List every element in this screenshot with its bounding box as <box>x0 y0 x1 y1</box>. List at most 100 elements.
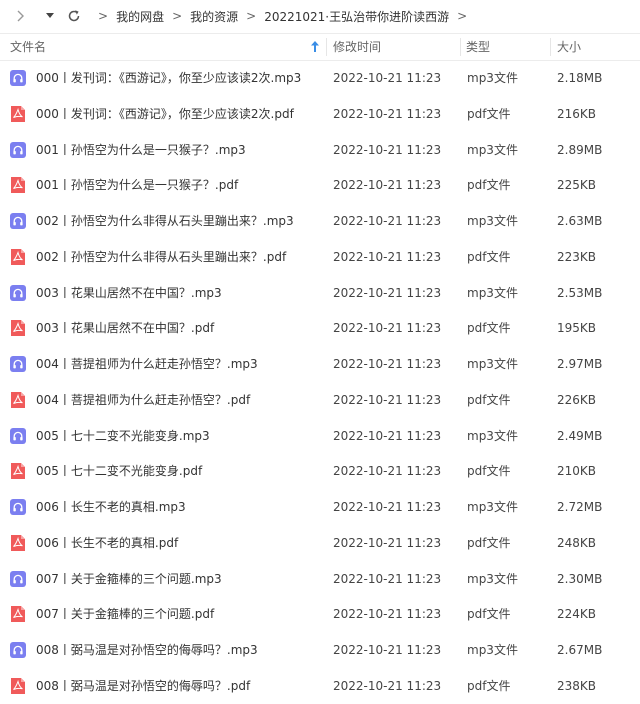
file-name: 004丨菩提祖师为什么赶走孙悟空？.mp3 <box>36 357 258 371</box>
file-name: 005丨七十二变不光能变身.mp3 <box>36 428 210 443</box>
column-divider[interactable] <box>460 38 461 56</box>
file-row[interactable]: 007丨关于金箍棒的三个问题.pdf 2022-10-21 11:23 pdf文… <box>0 596 640 632</box>
file-modified-date: 2022-10-21 11:23 <box>333 464 442 479</box>
file-row[interactable]: 003丨花果山居然不在中国？.mp3 2022-10-21 11:23 mp3文… <box>0 275 640 311</box>
file-size: 224KB <box>557 607 597 622</box>
file-row[interactable]: 006丨长生不老的真相.mp3 2022-10-21 11:23 mp3文件 2… <box>0 489 640 525</box>
file-type: mp3文件 <box>467 643 518 657</box>
audio-icon <box>10 70 26 86</box>
file-name: 005丨七十二变不光能变身.pdf <box>36 464 203 479</box>
file-row[interactable]: 000丨发刊词：《西游记》，你至少应该读2次.pdf 2022-10-21 11… <box>0 96 640 132</box>
history-dropdown-button[interactable] <box>40 6 60 26</box>
file-row[interactable]: 008丨弼马温是对孙悟空的侮辱吗？.mp3 2022-10-21 11:23 m… <box>0 632 640 668</box>
toolbar: > 我的网盘 > 我的资源 > 20221021·王弘治带你进阶读西游 > <box>0 0 640 32</box>
column-divider[interactable] <box>550 38 551 56</box>
file-row[interactable]: 005丨七十二变不光能变身.pdf 2022-10-21 11:23 pdf文件… <box>0 453 640 489</box>
audio-icon <box>10 284 26 301</box>
file-modified-date: 2022-10-21 11:23 <box>333 500 442 514</box>
column-header-name[interactable]: 文件名 <box>10 34 326 60</box>
file-modified-date: 2022-10-21 11:23 <box>333 178 442 193</box>
file-modified-date: 2022-10-21 11:23 <box>333 428 442 443</box>
file-modified-date: 2022-10-21 11:23 <box>333 607 442 622</box>
pdf-icon <box>10 606 26 623</box>
refresh-button[interactable] <box>64 6 84 26</box>
file-row[interactable]: 004丨菩提祖师为什么赶走孙悟空？.pdf 2022-10-21 11:23 p… <box>0 382 640 418</box>
breadcrumb-item-current-folder[interactable]: 20221021·王弘治带你进阶读西游 <box>264 8 449 25</box>
file-type: pdf文件 <box>467 678 511 693</box>
forward-button[interactable] <box>10 6 30 26</box>
pdf-icon <box>10 177 26 194</box>
file-name: 008丨弼马温是对孙悟空的侮辱吗？.mp3 <box>36 643 258 657</box>
file-modified-date: 2022-10-21 11:23 <box>333 357 442 371</box>
file-size: 195KB <box>557 321 597 336</box>
audio-icon <box>10 141 26 158</box>
caret-down-icon <box>46 13 54 18</box>
pdf-icon <box>10 534 26 551</box>
file-type: mp3文件 <box>467 500 518 514</box>
pdf-icon <box>10 320 26 337</box>
file-type: mp3文件 <box>467 285 518 300</box>
file-row[interactable]: 002丨孙悟空为什么非得从石头里蹦出来？.pdf 2022-10-21 11:2… <box>0 239 640 275</box>
file-modified-date: 2022-10-21 11:23 <box>333 643 442 657</box>
column-header-date[interactable]: 修改时间 <box>333 34 381 60</box>
file-modified-date: 2022-10-21 11:23 <box>333 71 442 85</box>
file-row[interactable]: 008丨弼马温是对孙悟空的侮辱吗？.pdf 2022-10-21 11:23 p… <box>0 668 640 704</box>
pdf-icon <box>10 105 26 122</box>
breadcrumb-item-my-resources[interactable]: 我的资源 <box>190 8 238 25</box>
column-header: 文件名 修改时间 类型 大小 <box>0 33 640 61</box>
file-name: 002丨孙悟空为什么非得从石头里蹦出来？.mp3 <box>36 214 294 228</box>
file-row[interactable]: 000丨发刊词：《西游记》，你至少应该读2次.mp3 2022-10-21 11… <box>0 60 640 96</box>
column-divider[interactable] <box>326 38 327 56</box>
column-header-type[interactable]: 类型 <box>466 34 490 60</box>
file-size: 226KB <box>557 392 597 407</box>
file-name: 008丨弼马温是对孙悟空的侮辱吗？.pdf <box>36 678 251 693</box>
audio-icon <box>10 570 26 587</box>
breadcrumb-item-my-drive[interactable]: 我的网盘 <box>116 8 164 25</box>
file-row[interactable]: 005丨七十二变不光能变身.mp3 2022-10-21 11:23 mp3文件… <box>0 418 640 454</box>
file-size: 2.30MB <box>557 571 603 586</box>
file-type: mp3文件 <box>467 71 518 85</box>
pdf-icon <box>10 391 26 408</box>
file-name: 007丨关于金箍棒的三个问题.mp3 <box>36 571 222 586</box>
file-size: 216KB <box>557 106 597 121</box>
pdf-icon <box>10 463 26 480</box>
file-row[interactable]: 001丨孙悟空为什么是一只猴子？.mp3 2022-10-21 11:23 mp… <box>0 132 640 168</box>
file-row[interactable]: 006丨长生不老的真相.pdf 2022-10-21 11:23 pdf文件 2… <box>0 525 640 561</box>
breadcrumb: > 我的网盘 > 我的资源 > 20221021·王弘治带你进阶读西游 > <box>90 8 475 25</box>
file-type: mp3文件 <box>467 571 518 586</box>
breadcrumb-expand-chevron[interactable]: > <box>457 9 467 23</box>
file-type: pdf文件 <box>467 106 511 121</box>
file-size: 2.67MB <box>557 643 603 657</box>
column-header-size[interactable]: 大小 <box>557 34 581 60</box>
pdf-icon <box>10 248 26 265</box>
file-type: pdf文件 <box>467 392 511 407</box>
file-name: 006丨长生不老的真相.pdf <box>36 535 179 550</box>
breadcrumb-separator: > <box>98 9 109 23</box>
breadcrumb-separator: > <box>246 9 257 23</box>
file-modified-date: 2022-10-21 11:23 <box>333 678 442 693</box>
audio-icon <box>10 213 26 229</box>
file-modified-date: 2022-10-21 11:23 <box>333 285 442 300</box>
file-row[interactable]: 002丨孙悟空为什么非得从石头里蹦出来？.mp3 2022-10-21 11:2… <box>0 203 640 239</box>
file-name: 003丨花果山居然不在中国？.pdf <box>36 321 215 336</box>
breadcrumb-separator: > <box>172 9 183 23</box>
sort-ascending-icon[interactable] <box>311 41 319 52</box>
refresh-icon <box>68 10 80 22</box>
file-size: 2.49MB <box>557 428 603 443</box>
file-size: 248KB <box>557 535 597 550</box>
file-modified-date: 2022-10-21 11:23 <box>333 571 442 586</box>
file-name: 004丨菩提祖师为什么赶走孙悟空？.pdf <box>36 392 251 407</box>
file-size: 210KB <box>557 464 597 479</box>
file-size: 238KB <box>557 678 597 693</box>
audio-icon <box>10 642 26 658</box>
file-row[interactable]: 001丨孙悟空为什么是一只猴子？.pdf 2022-10-21 11:23 pd… <box>0 167 640 203</box>
file-name: 001丨孙悟空为什么是一只猴子？.pdf <box>36 178 239 193</box>
file-modified-date: 2022-10-21 11:23 <box>333 249 442 264</box>
file-modified-date: 2022-10-21 11:23 <box>333 535 442 550</box>
file-row[interactable]: 003丨花果山居然不在中国？.pdf 2022-10-21 11:23 pdf文… <box>0 310 640 346</box>
file-row[interactable]: 004丨菩提祖师为什么赶走孙悟空？.mp3 2022-10-21 11:23 m… <box>0 346 640 382</box>
file-type: mp3文件 <box>467 214 518 228</box>
file-size: 2.53MB <box>557 285 603 300</box>
file-name: 001丨孙悟空为什么是一只猴子？.mp3 <box>36 142 246 157</box>
file-row[interactable]: 007丨关于金箍棒的三个问题.mp3 2022-10-21 11:23 mp3文… <box>0 561 640 597</box>
